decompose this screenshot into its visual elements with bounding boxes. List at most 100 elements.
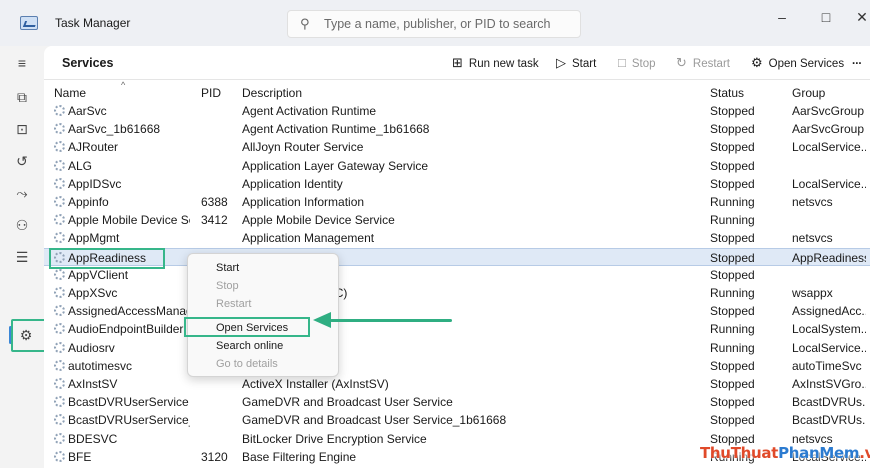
column-header-name[interactable]: Name	[54, 86, 86, 100]
cell-desc: Application Management	[242, 231, 375, 246]
menu-item-search-online[interactable]: Search online	[216, 340, 283, 352]
minimize-button[interactable]: –	[762, 4, 802, 30]
run-task-icon: ⊞	[452, 55, 463, 70]
cell-name: BFE	[54, 450, 190, 464]
service-icon	[54, 159, 65, 171]
table-row[interactable]: AarSvc_1b61668 Agent Activation Runtime_1…	[44, 120, 870, 138]
cell-group: AxInstSVGro...	[792, 377, 866, 391]
cell-desc: Application Layer Gateway Service	[242, 158, 429, 173]
table-row[interactable]: AppIDSvc Application Identity Stopped Local…	[44, 175, 870, 193]
service-name: BDESVC	[68, 431, 118, 446]
more-options-button[interactable]: ...	[852, 55, 862, 67]
cell-name: BDESVC	[54, 432, 190, 446]
startup-apps-icon[interactable]: ⤳	[8, 180, 36, 206]
table-row[interactable]: autotimesvc Stopped autoTimeSvc	[44, 357, 870, 375]
menu-item-stop[interactable]: Stop	[216, 280, 239, 292]
search-box[interactable]: ⚲ Type a name, publisher, or PID to sear…	[287, 10, 581, 38]
service-name: AppIDSvc	[68, 176, 122, 191]
cell-name: AudioEndpointBuilder	[54, 322, 190, 336]
maximize-button[interactable]: □	[806, 4, 846, 30]
hamburger-menu-icon[interactable]: ≡	[8, 50, 36, 76]
service-icon	[54, 414, 65, 426]
processes-icon[interactable]: ⧉	[8, 84, 36, 110]
service-name: AppXSvc	[68, 286, 118, 300]
table-row[interactable]: Apple Mobile Device Se... 3412 Apple Mobil…	[44, 211, 870, 229]
details-icon[interactable]: ☰	[8, 244, 36, 270]
users-icon[interactable]: ⚇	[8, 212, 36, 238]
cell-desc: ActiveX Installer (AxInstSV)	[242, 377, 389, 391]
table-row[interactable]: BcastDVRUserService GameDVR and Broadcast…	[44, 393, 870, 411]
service-icon	[54, 287, 65, 298]
title-bar: Task Manager ⚲ Type a name, publisher, o…	[0, 0, 870, 46]
menu-item-go-to-details[interactable]: Go to details	[216, 358, 278, 370]
cell-status: Stopped	[710, 413, 755, 428]
service-name: autotimesvc	[68, 358, 133, 373]
cell-group: AarSvcGroup	[792, 122, 865, 137]
stop-icon: □	[618, 55, 626, 70]
cell-group: netsvcs	[792, 231, 833, 246]
cell-status: Stopped	[710, 158, 755, 173]
table-row[interactable]: AarSvc Agent Activation Runtime Stopped Aar…	[44, 102, 870, 120]
service-name: Audiosrv	[68, 340, 115, 355]
cell-name: AxInstSV	[54, 377, 190, 391]
service-icon	[54, 450, 65, 462]
sort-ascending-icon: ^	[121, 80, 126, 90]
cell-status: Stopped	[710, 250, 755, 265]
service-name: AppVClient	[68, 267, 129, 282]
table-row[interactable]: BcastDVRUserService_1... GameDVR and Broa…	[44, 411, 870, 429]
cell-desc: Agent Activation Runtime	[242, 104, 377, 118]
service-icon	[54, 214, 65, 226]
column-header-status[interactable]: Status	[710, 86, 744, 100]
open-services-button[interactable]: ⚙ Open Services	[751, 55, 844, 71]
performance-icon[interactable]: ⊡	[8, 116, 36, 142]
cell-status: Stopped	[710, 176, 755, 191]
table-row[interactable]: AudioEndpointBuilderdpoint BuilderRunnin…	[44, 320, 870, 338]
stop-label: Stop	[631, 58, 656, 70]
search-icon: ⚲	[300, 16, 310, 31]
cell-group: AppReadiness	[792, 250, 866, 265]
service-icon	[54, 268, 65, 280]
table-row[interactable]: AssignedAccessManagenager ServiceStopped…	[44, 302, 870, 320]
search-placeholder[interactable]: Type a name, publisher, or PID to search	[324, 17, 551, 31]
close-button[interactable]: ✕	[842, 4, 870, 30]
restart-icon: ↻	[676, 55, 687, 70]
column-header-group[interactable]: Group	[792, 86, 825, 100]
app-history-icon[interactable]: ↺	[8, 148, 36, 174]
start-button[interactable]: ▷ Start	[556, 55, 596, 71]
cell-status: Running	[710, 340, 755, 355]
service-name: AarSvc	[68, 104, 107, 118]
table-row[interactable]: AppReadiness Stopped AppReadiness	[44, 247, 870, 266]
table-row[interactable]: Audiosrv Running LocalService...	[44, 339, 870, 357]
table-row[interactable]: ALG Application Layer Gateway Service Stop…	[44, 157, 870, 175]
service-name: ALG	[68, 158, 93, 173]
table-row[interactable]: AppVClientientStopped	[44, 266, 870, 284]
app-title: Task Manager	[55, 16, 131, 30]
table-row[interactable]: AJRouter AllJoyn Router Service Stopped Loc…	[44, 138, 870, 156]
column-header-pid[interactable]: PID	[201, 86, 221, 100]
cell-name: Apple Mobile Device Se...	[54, 213, 190, 227]
cell-name: Appinfo	[54, 195, 190, 209]
table-row[interactable]: AxInstSV ActiveX Installer (AxInstSV) Stop…	[44, 375, 870, 393]
service-icon	[54, 232, 65, 244]
menu-item-restart[interactable]: Restart	[216, 298, 251, 310]
stop-button[interactable]: □ Stop	[618, 55, 656, 70]
services-highlight-box	[11, 319, 46, 352]
play-icon: ▷	[556, 55, 566, 70]
service-name: AxInstSV	[68, 377, 118, 391]
service-name: AudioEndpointBuilder	[68, 322, 184, 337]
menu-item-start[interactable]: Start	[216, 262, 239, 274]
service-icon	[54, 323, 65, 335]
services-panel: Services ⊞ Run new task ▷ Start □ Stop ↻ Res…	[44, 46, 870, 468]
restart-button[interactable]: ↻ Restart	[676, 55, 730, 71]
run-new-task-button[interactable]: ⊞ Run new task	[452, 55, 539, 71]
column-header-description[interactable]: Description	[242, 86, 302, 100]
cell-status: Stopped	[710, 304, 755, 319]
cell-name: AJRouter	[54, 140, 190, 154]
appreadiness-highlight-box	[49, 248, 165, 269]
table-row[interactable]: Appinfo 6388 Application Information Runnin…	[44, 193, 870, 211]
service-icon	[54, 378, 65, 389]
cell-status: Running	[710, 322, 755, 337]
table-row[interactable]: AppMgmt Application Management Stopped nets…	[44, 229, 870, 247]
cell-status: Stopped	[710, 395, 755, 410]
table-row[interactable]: AppXSvcService (AppXSVC)Runningwsappx	[44, 284, 870, 302]
